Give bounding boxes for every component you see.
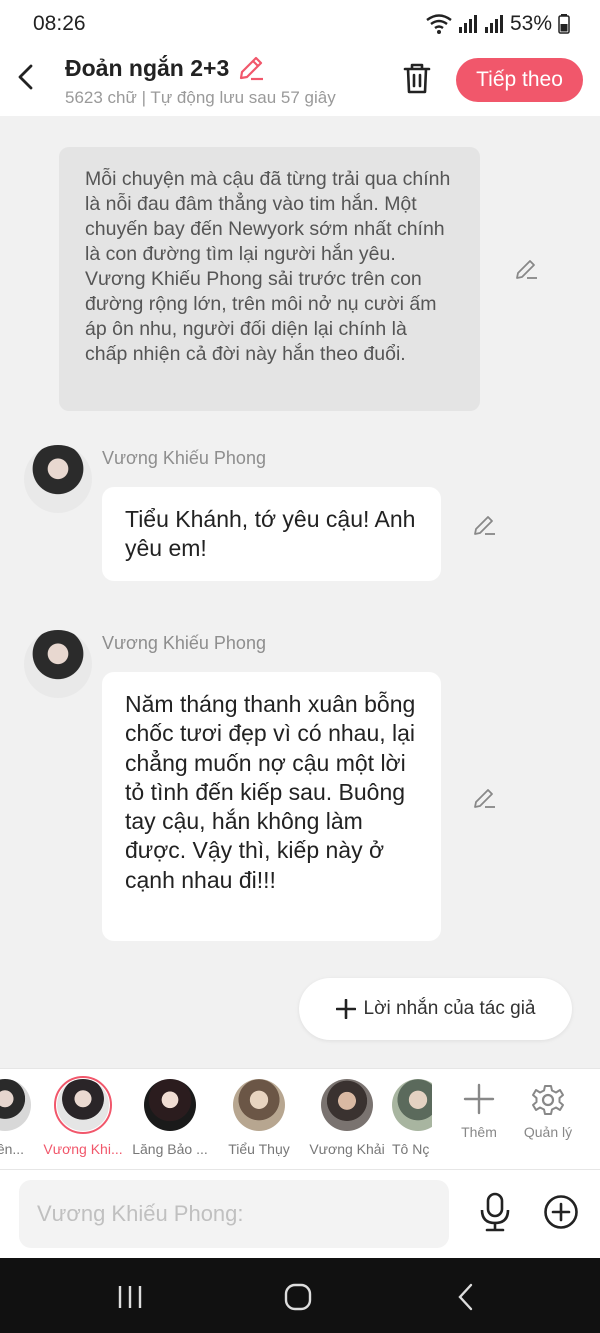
character-item[interactable]: Tô Nç xyxy=(392,1079,432,1157)
back-icon[interactable] xyxy=(14,62,38,92)
avatar[interactable] xyxy=(24,445,92,513)
character-item[interactable]: Tiểu Thụy xyxy=(216,1079,302,1157)
editor-header: Đoản ngắn 2+3 5623 chữ | Tự động lưu sau… xyxy=(0,50,600,116)
add-character-button[interactable]: Thêm xyxy=(449,1083,509,1140)
character-label: Tô Nç xyxy=(392,1141,430,1157)
title-row: Đoản ngắn 2+3 xyxy=(65,54,265,82)
character-avatar xyxy=(54,1076,112,1134)
gear-icon xyxy=(532,1085,564,1115)
status-bar: 08:26 53% xyxy=(0,0,600,50)
character-avatar xyxy=(392,1079,432,1131)
signal-icon-2 xyxy=(484,15,503,33)
character-avatar xyxy=(321,1079,373,1131)
battery-icon xyxy=(558,14,570,34)
message-sender-name: Vương Khiếu Phong xyxy=(102,448,266,468)
edit-message-icon[interactable] xyxy=(472,513,496,537)
plus-icon xyxy=(463,1083,495,1115)
character-label: Vương Khi... xyxy=(43,1141,123,1157)
add-circle-icon[interactable] xyxy=(543,1194,579,1230)
character-avatar xyxy=(0,1079,31,1131)
plus-icon xyxy=(335,999,356,1019)
character-label: Vương Khải xyxy=(309,1141,385,1157)
edit-narration-icon[interactable] xyxy=(514,257,538,281)
message-bubble[interactable]: Tiểu Khánh, tớ yêu cậu! Anh yêu em! xyxy=(102,487,441,581)
signal-icon xyxy=(458,15,477,33)
recent-apps-icon[interactable] xyxy=(115,1282,145,1312)
status-icons: 53% xyxy=(426,12,570,36)
message-sender-name: Vương Khiếu Phong xyxy=(102,633,266,653)
status-time: 08:26 xyxy=(33,12,86,35)
system-nav-bar xyxy=(0,1258,600,1333)
back-nav-icon[interactable] xyxy=(452,1282,482,1312)
author-note-label: Lời nhắn của tác giả xyxy=(363,998,536,1019)
avatar[interactable] xyxy=(24,630,92,698)
character-label: Lăng Bảo ... xyxy=(132,1141,208,1157)
word-count-autosave: 5623 chữ | Tự động lưu sau 57 giây xyxy=(65,88,336,107)
microphone-icon[interactable] xyxy=(478,1192,512,1232)
compose-bar xyxy=(0,1170,600,1258)
wifi-icon xyxy=(426,14,452,34)
battery-percent: 53% xyxy=(509,12,552,35)
character-item[interactable]: Vương Khải xyxy=(304,1079,390,1157)
character-item-selected[interactable]: Vương Khi... xyxy=(40,1076,126,1157)
narration-block[interactable]: Mỗi chuyện mà cậu đã từng trải qua chính… xyxy=(59,147,480,411)
message-input[interactable] xyxy=(19,1180,449,1248)
page-title: Đoản ngắn 2+3 xyxy=(65,54,230,81)
manage-button[interactable]: Quản lý xyxy=(518,1083,578,1140)
character-avatar xyxy=(144,1079,196,1131)
edit-message-icon[interactable] xyxy=(472,786,496,810)
message-bubble[interactable]: Năm tháng thanh xuân bỗng chốc tươi đẹp … xyxy=(102,672,441,941)
manage-label: Quản lý xyxy=(523,1124,573,1140)
edit-title-icon[interactable] xyxy=(237,54,265,82)
author-note-button[interactable]: Lời nhắn của tác giả xyxy=(299,978,572,1040)
character-avatar xyxy=(233,1079,285,1131)
trash-icon[interactable] xyxy=(401,61,433,95)
add-label: Thêm xyxy=(461,1124,497,1140)
character-item[interactable]: Lăng Bảo ... xyxy=(127,1079,213,1157)
home-icon[interactable] xyxy=(283,1282,313,1312)
character-label: Tiểu Thụy xyxy=(228,1141,290,1157)
character-selector: hiên... Vương Khi... Lăng Bảo ... Tiểu T… xyxy=(0,1068,600,1170)
next-button[interactable]: Tiếp theo xyxy=(456,58,583,102)
